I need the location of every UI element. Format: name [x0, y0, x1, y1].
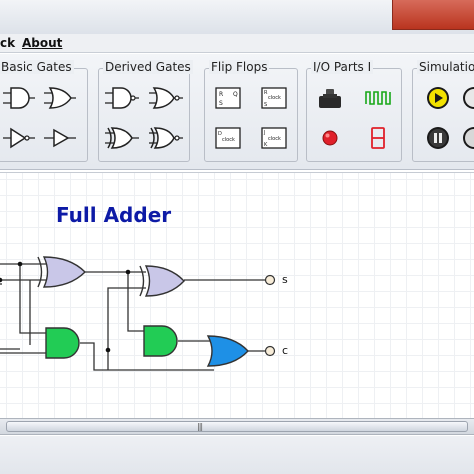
sr-flipflop-tool[interactable]: R S Q: [211, 83, 245, 113]
output-pin-c[interactable]: [264, 345, 276, 357]
buffer-tool[interactable]: [2, 123, 36, 153]
group-title-basic-gates: Basic Gates: [0, 60, 74, 74]
seven-segment-icon: [371, 127, 385, 149]
xnor-gate-icon: [149, 127, 183, 149]
ff-label-s: S: [219, 100, 223, 107]
sim-control-partial-2[interactable]: [457, 123, 474, 153]
junction-dot: [125, 269, 131, 275]
xor-gate-tool[interactable]: [105, 123, 139, 153]
menu-item-about[interactable]: About: [22, 36, 62, 50]
circuit-canvas[interactable]: Full Adder s c: [0, 172, 474, 418]
menu-item-partial-label: ck: [0, 36, 16, 50]
menu-bar: ck About: [0, 34, 474, 53]
xor-gate-1[interactable]: [37, 256, 86, 288]
status-bar: [0, 436, 474, 474]
output-label-s: s: [282, 273, 288, 286]
junction-dot: [0, 277, 3, 283]
group-basic-gates: Basic Gates: [0, 60, 88, 162]
jk-flipflop-icon: J clock K: [261, 127, 287, 149]
component-toolbar: Basic Gates Derived Gates Flip Flops R S…: [0, 54, 474, 170]
d-flipflop-icon: D clock: [215, 127, 241, 149]
menu-item-partial[interactable]: ck: [0, 36, 15, 50]
xor-gate-icon: [105, 127, 139, 149]
close-window-button[interactable]: [392, 0, 474, 30]
d-flipflop-tool[interactable]: D clock: [211, 123, 245, 153]
xor-gate-2[interactable]: [139, 265, 185, 297]
window-titlebar: [0, 0, 474, 34]
group-flip-flops: Flip Flops R S Q clock R S D clock J clo…: [204, 60, 298, 162]
group-derived-gates: Derived Gates: [98, 60, 193, 162]
ff-label-r2: R: [264, 90, 268, 96]
clocked-sr-flipflop-icon: clock R S: [261, 87, 287, 109]
not-gate-icon: [3, 127, 35, 149]
not-gate-tool[interactable]: [43, 123, 77, 153]
group-title-derived-gates: Derived Gates: [103, 60, 193, 74]
sim-circle-icon: [463, 87, 474, 109]
pause-icon: [427, 127, 449, 149]
ff-label-clock3: clock: [268, 136, 281, 142]
sr-flipflop-icon: R S Q: [215, 87, 241, 109]
run-simulation-button[interactable]: [421, 83, 455, 113]
ff-label-clock: clock: [268, 95, 281, 101]
pause-simulation-button[interactable]: [421, 123, 455, 153]
menu-item-about-label: About: [22, 36, 63, 50]
group-title-flip-flops: Flip Flops: [209, 60, 270, 74]
and-gate-1[interactable]: [45, 327, 80, 359]
xnor-gate-tool[interactable]: [149, 123, 183, 153]
sim-circle-icon-2: [463, 127, 474, 149]
push-button-icon: [319, 89, 341, 108]
sim-control-partial[interactable]: [457, 83, 474, 113]
nor-gate-tool[interactable]: [149, 83, 183, 113]
or-gate-tool[interactable]: [43, 83, 77, 113]
ff-label-r: R: [219, 91, 223, 98]
clocked-sr-flipflop-tool[interactable]: clock R S: [257, 83, 291, 113]
ff-label-s2: S: [264, 102, 267, 108]
ff-label-q: Q: [233, 91, 238, 98]
junction-dot: [105, 347, 111, 353]
output-label-c: c: [282, 344, 289, 357]
group-simulation: Simulation: [412, 60, 474, 162]
ff-label-j: J: [263, 130, 265, 136]
group-title-simulation: Simulation: [417, 60, 474, 74]
buffer-icon: [44, 128, 76, 148]
jk-flipflop-tool[interactable]: J clock K: [257, 123, 291, 153]
led-tool[interactable]: [313, 123, 347, 153]
play-icon: [427, 87, 449, 109]
and-gate-tool[interactable]: [2, 83, 36, 113]
clock-wave-icon: [365, 91, 391, 105]
group-title-io-parts: I/O Parts I: [311, 60, 374, 74]
nand-gate-tool[interactable]: [105, 83, 139, 113]
horizontal-scrollbar[interactable]: |||: [0, 418, 474, 435]
output-pin-s[interactable]: [264, 274, 276, 286]
seven-segment-tool[interactable]: [361, 123, 395, 153]
or-gate[interactable]: [206, 335, 249, 367]
circuit-diagram: [0, 256, 276, 371]
ff-label-clock2: clock: [222, 137, 235, 143]
scrollbar-grip: |||: [197, 422, 203, 431]
and-gate-2[interactable]: [143, 325, 178, 357]
nor-gate-icon: [149, 87, 183, 109]
push-button-tool[interactable]: [313, 83, 347, 113]
scrollbar-thumb[interactable]: |||: [6, 421, 468, 432]
junction-dot: [17, 261, 23, 267]
nand-gate-icon: [105, 87, 139, 109]
or-gate-icon: [44, 87, 76, 109]
group-io-parts: I/O Parts I: [306, 60, 402, 162]
clock-source-tool[interactable]: [361, 83, 395, 113]
led-icon: [322, 130, 338, 146]
and-gate-icon: [3, 87, 35, 109]
